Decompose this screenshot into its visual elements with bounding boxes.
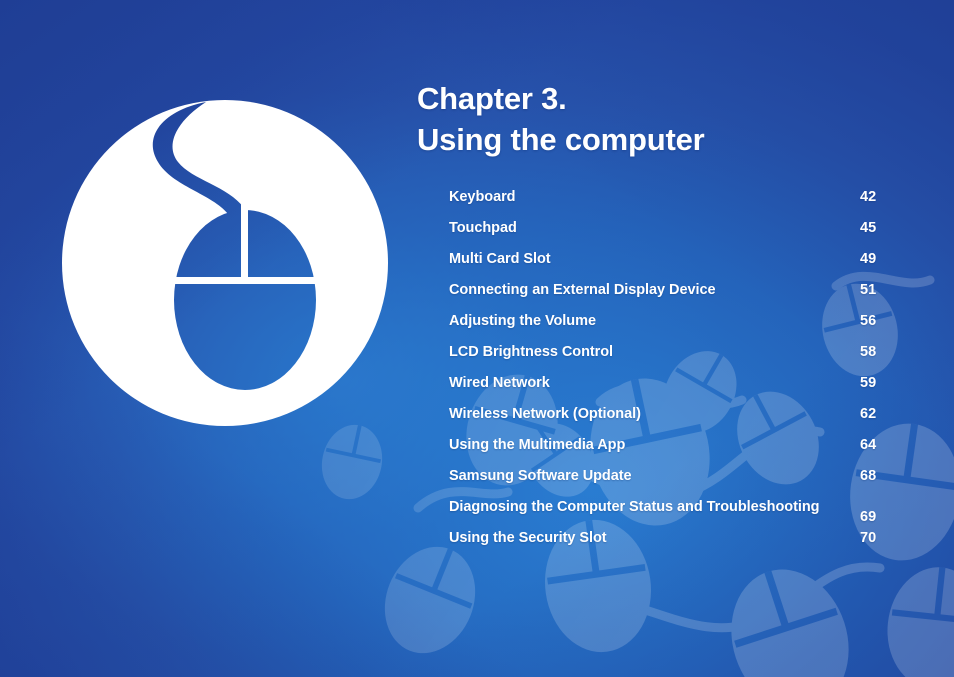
toc-entry-page: 70 [860,530,877,546]
chapter-content: Chapter 3. Using the computer Keyboard 4… [417,78,917,559]
toc-entry-touchpad[interactable]: Touchpad 45 [417,218,912,249]
toc-entry-page: 62 [860,406,877,422]
toc-entry-label: Using the Multimedia App [449,437,626,453]
toc-entry-label: Adjusting the Volume [449,313,596,329]
toc-entry-page: 49 [860,251,877,267]
chapter-number-line: Chapter 3. [417,81,567,116]
chapter-logo-mouse-icon [60,100,390,426]
toc-entry-label: Touchpad [449,220,517,236]
toc-entry-using-security-slot[interactable]: Using the Security Slot 70 [417,528,912,559]
toc-entry-page: 58 [860,344,877,360]
toc-entry-label: Wireless Network (Optional) [449,406,641,422]
toc-entry-label: LCD Brightness Control [449,344,614,360]
toc-entry-using-multimedia-app[interactable]: Using the Multimedia App 64 [417,435,912,466]
toc-entry-page: 42 [860,189,877,205]
toc-entry-label: Diagnosing the Computer Status and Troub… [449,499,820,515]
toc-entry-label: Connecting an External Display Device [449,282,716,298]
chapter-cover-page: Chapter 3. Using the computer Keyboard 4… [0,0,954,677]
chapter-title-line: Using the computer [417,122,705,157]
toc-entry-page: 68 [860,468,877,484]
toc-entry-connecting-external-display[interactable]: Connecting an External Display Device 51 [417,280,912,311]
toc-entry-page: 56 [860,313,877,329]
toc-entry-wireless-network[interactable]: Wireless Network (Optional) 62 [417,404,912,435]
toc-entry-samsung-software-update[interactable]: Samsung Software Update 68 [417,466,912,497]
toc-entry-label: Samsung Software Update [449,468,632,484]
toc-entry-page: 64 [860,437,877,453]
table-of-contents: Keyboard 42 Touchpad 45 Multi Card Slot … [417,187,912,559]
toc-entry-wired-network[interactable]: Wired Network 59 [417,373,912,404]
toc-entry-page: 69 [860,508,877,525]
toc-entry-keyboard[interactable]: Keyboard 42 [417,187,912,218]
toc-entry-adjusting-volume[interactable]: Adjusting the Volume 56 [417,311,912,342]
page-title: Chapter 3. Using the computer [417,78,917,160]
toc-entry-multi-card-slot[interactable]: Multi Card Slot 49 [417,249,912,280]
toc-entry-diagnosing-computer-status[interactable]: Diagnosing the Computer Status and Troub… [417,497,912,528]
toc-entry-page: 51 [860,282,877,298]
toc-entry-page: 59 [860,375,877,391]
toc-entry-page: 45 [860,220,877,236]
toc-entry-label: Using the Security Slot [449,530,607,546]
toc-entry-label: Multi Card Slot [449,251,551,267]
toc-entry-label: Keyboard [449,189,516,205]
toc-entry-lcd-brightness-control[interactable]: LCD Brightness Control 58 [417,342,912,373]
toc-entry-label: Wired Network [449,375,550,391]
